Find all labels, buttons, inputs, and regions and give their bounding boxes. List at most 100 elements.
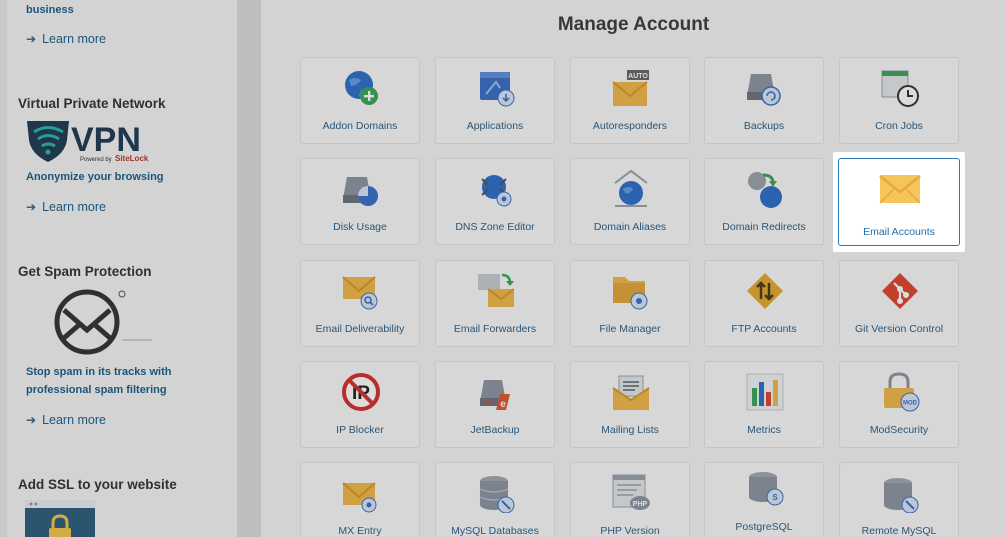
tile-label: FTP Accounts: [731, 323, 797, 335]
modsecurity-icon: MOD: [884, 372, 920, 412]
learn-more-link-3[interactable]: ➔ Learn more: [26, 413, 106, 427]
business-text: business: [26, 4, 74, 16]
tile-label: Email Forwarders: [453, 323, 537, 335]
tile-ip-blocker[interactable]: IP IP Blocker: [300, 361, 420, 448]
vpn-title: Virtual Private Network: [18, 96, 166, 111]
tile-metrics[interactable]: Metrics: [704, 361, 824, 448]
tile-label: Mailing Lists: [601, 424, 659, 436]
tile-file-manager[interactable]: File Manager: [570, 260, 690, 347]
postgresql-icon: S: [749, 472, 784, 506]
svg-text:e: e: [500, 399, 506, 410]
tile-email-accounts[interactable]: Email Accounts: [838, 158, 960, 246]
domain-alias-icon: [614, 169, 648, 207]
email-deliverability-icon: [342, 276, 378, 310]
arrow-right-icon: ➔: [26, 200, 37, 214]
tile-disk-usage[interactable]: Disk Usage: [300, 158, 420, 245]
autoresponder-icon: AUTO: [612, 70, 649, 106]
mod-badge-text: MOD: [903, 401, 918, 407]
tile-cron-jobs[interactable]: Cron Jobs: [839, 57, 959, 144]
tile-remote-mysql[interactable]: Remote MySQL: [839, 462, 959, 537]
vpn-desc: Anonymize your browsing: [26, 171, 164, 183]
arrow-right-icon: ➔: [26, 32, 37, 46]
powered-by-text: Powered by: [80, 157, 112, 163]
mx-entry-icon: [342, 482, 377, 513]
vpn-logo: VPN Powered by SiteLock: [27, 121, 149, 163]
learn-more-label: Learn more: [42, 413, 106, 427]
tile-label: Remote MySQL: [861, 525, 937, 537]
tile-label: Domain Aliases: [593, 221, 667, 233]
envelope-icon: [879, 175, 921, 204]
jetbackup-icon: e: [480, 380, 510, 410]
cron-clock-icon: [881, 70, 919, 107]
tile-label: Email Deliverability: [315, 323, 405, 335]
mailing-list-icon: [612, 375, 650, 410]
tile-label: DNS Zone Editor: [455, 221, 535, 233]
tile-postgresql[interactable]: S PostgreSQL: [704, 462, 824, 537]
tile-git-version-control[interactable]: Git Version Control: [839, 260, 959, 347]
manage-account-panel: Manage Account Addon Domains Application…: [261, 0, 1006, 537]
tile-label: PHP Version: [600, 525, 660, 537]
sidebar: business ➔ Learn more Virtual Private Ne…: [7, 0, 237, 537]
tile-label: Addon Domains: [322, 120, 398, 132]
metrics-icon: [746, 373, 784, 411]
tile-php-version[interactable]: PHP PHP Version: [570, 462, 690, 537]
backup-drive-icon: [747, 74, 781, 106]
spam-desc: Stop spam in its tracks with professiona…: [26, 366, 172, 396]
ssl-logo: [25, 500, 95, 537]
tile-label: Metrics: [747, 424, 781, 436]
page-title: Manage Account: [557, 14, 710, 35]
tile-label: PostgreSQL: [735, 521, 793, 533]
learn-more-label: Learn more: [42, 32, 106, 46]
tile-mysql-databases[interactable]: MySQL Databases: [435, 462, 555, 537]
ip-blocker-icon: IP: [342, 373, 380, 411]
tile-label: Backups: [743, 120, 785, 132]
tile-label: IP Blocker: [336, 424, 384, 436]
learn-more-link-1[interactable]: ➔ Learn more: [26, 32, 106, 46]
tile-jetbackup[interactable]: e JetBackup: [435, 361, 555, 448]
tile-dns-zone-editor[interactable]: DNS Zone Editor: [435, 158, 555, 245]
spam-title: Get Spam Protection: [18, 264, 152, 279]
tile-applications[interactable]: Applications: [435, 57, 555, 144]
tile-email-forwarders[interactable]: Email Forwarders: [435, 260, 555, 347]
tile-backups[interactable]: Backups: [704, 57, 824, 144]
php-icon: PHP: [612, 474, 650, 510]
tile-addon-domains[interactable]: Addon Domains: [300, 57, 420, 144]
domain-redirect-icon: [748, 172, 782, 208]
tile-mx-entry[interactable]: MX Entry: [300, 462, 420, 537]
tile-label: Disk Usage: [333, 221, 387, 233]
tile-mailing-lists[interactable]: Mailing Lists: [570, 361, 690, 448]
learn-more-link-2[interactable]: ➔ Learn more: [26, 200, 106, 214]
tile-label: Applications: [466, 120, 524, 132]
tile-label: Domain Redirects: [722, 221, 806, 233]
remote-mysql-icon: [884, 478, 919, 513]
tile-label: JetBackup: [470, 424, 520, 436]
tile-label: Git Version Control: [854, 323, 944, 335]
globe-plus-icon: [345, 71, 378, 105]
tile-label: MySQL Databases: [451, 525, 539, 537]
tile-autoresponders[interactable]: AUTO Autoresponders: [570, 57, 690, 144]
php-badge-text: PHP: [633, 501, 648, 508]
learn-more-label: Learn more: [42, 200, 106, 214]
tile-modsecurity[interactable]: MOD ModSecurity: [839, 361, 959, 448]
email-forwarder-icon: [478, 273, 515, 307]
tile-domain-aliases[interactable]: Domain Aliases: [570, 158, 690, 245]
tile-label: MX Entry: [338, 525, 382, 537]
tile-ftp-accounts[interactable]: FTP Accounts: [704, 260, 824, 347]
dns-zone-icon: [481, 175, 512, 207]
file-manager-icon: [613, 277, 648, 310]
tile-label: Cron Jobs: [875, 120, 923, 132]
applications-icon: [480, 72, 515, 107]
tile-label: Autoresponders: [592, 120, 668, 132]
tile-label: Email Accounts: [863, 226, 935, 238]
sitelock-text: SiteLock: [115, 154, 149, 163]
svg-text:S: S: [772, 493, 778, 502]
tile-email-deliverability[interactable]: Email Deliverability: [300, 260, 420, 347]
tile-label: ModSecurity: [869, 424, 929, 436]
git-icon: [882, 273, 918, 309]
tile-label: File Manager: [599, 323, 661, 335]
tile-domain-redirects[interactable]: Domain Redirects: [704, 158, 824, 245]
spam-protection-logo: [54, 289, 152, 355]
ftp-icon: [747, 273, 783, 309]
ssl-title: Add SSL to your website: [18, 477, 177, 492]
disk-usage-icon: [343, 177, 378, 206]
